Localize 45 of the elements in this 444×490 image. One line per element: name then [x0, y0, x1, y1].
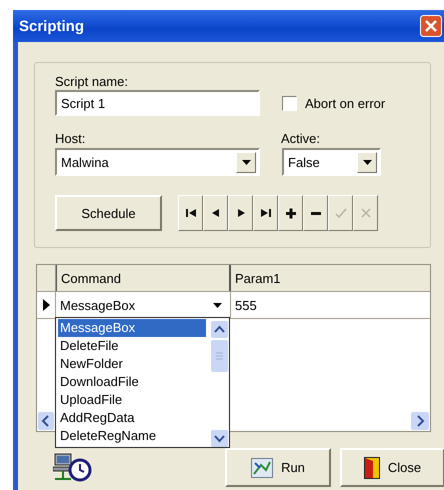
- insert-button[interactable]: [278, 195, 303, 231]
- host-dropdown[interactable]: Malwina: [55, 148, 260, 176]
- last-button[interactable]: [253, 195, 278, 231]
- close-icon[interactable]: [420, 15, 442, 37]
- dropdown-item[interactable]: DeleteFile: [58, 337, 206, 355]
- schedule-button[interactable]: Schedule: [55, 195, 162, 231]
- next-button[interactable]: [228, 195, 253, 231]
- scroll-left-icon[interactable]: [38, 412, 54, 430]
- caret-icon: [242, 160, 250, 164]
- caret-icon: [213, 302, 222, 308]
- column-header[interactable]: Param1: [231, 265, 430, 291]
- window-title: Scripting: [19, 18, 86, 34]
- diagram-icon: [251, 458, 274, 478]
- scroll-right-icon[interactable]: [411, 412, 429, 430]
- active-dropdown[interactable]: False: [282, 148, 381, 176]
- dropdown-item[interactable]: DeleteRegName: [58, 427, 206, 445]
- script-name-field[interactable]: Script 1: [55, 90, 260, 116]
- run-button[interactable]: Run: [225, 448, 331, 487]
- scroll-down-icon[interactable]: [211, 430, 228, 447]
- check-icon: [334, 207, 348, 219]
- dropdown-item[interactable]: AddRegData: [58, 409, 206, 427]
- dropdown-item[interactable]: UploadFile: [58, 391, 206, 409]
- skip-start-icon: [184, 207, 198, 219]
- caret-icon: [362, 160, 372, 164]
- cross-icon: [358, 207, 372, 219]
- script-name-label: Script name:: [55, 73, 129, 90]
- skip-end-icon: [258, 207, 272, 219]
- door-icon: [364, 456, 380, 478]
- dropdown-item[interactable]: MessageBox: [58, 319, 206, 337]
- table-cell-text: 555: [234, 296, 258, 314]
- dropdown-item[interactable]: NewFolder: [58, 355, 206, 373]
- delete-button[interactable]: [303, 195, 328, 231]
- computer-clock-icon: [53, 452, 93, 482]
- plus-icon: [284, 207, 298, 219]
- close-button[interactable]: Close: [340, 448, 444, 487]
- abort-label: Abort on error: [305, 96, 386, 110]
- dropdown-item[interactable]: DownloadFile: [58, 373, 206, 391]
- scroll-thumb-icon[interactable]: [211, 340, 228, 372]
- column-header[interactable]: Command: [56, 265, 231, 291]
- scroll-up-icon[interactable]: [211, 321, 228, 338]
- prior-button[interactable]: [203, 195, 228, 231]
- abort-checkbox[interactable]: [282, 96, 297, 110]
- active-label: Active:: [281, 130, 320, 147]
- host-label: Host:: [55, 130, 86, 147]
- first-button[interactable]: [178, 195, 203, 231]
